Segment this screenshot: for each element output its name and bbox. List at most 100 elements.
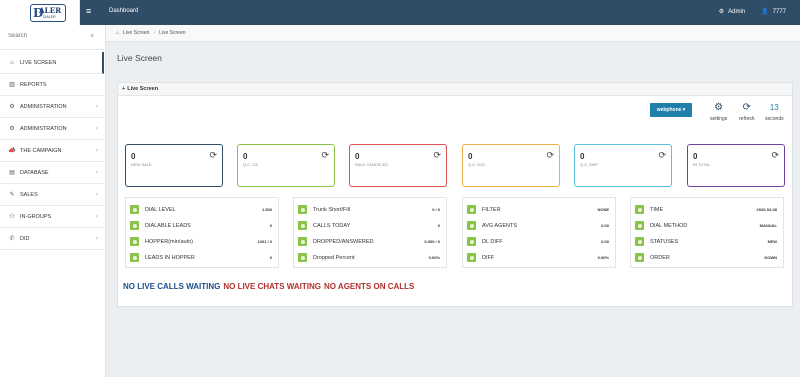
info-row: Trunk Short/Fill 0 / 0 xyxy=(294,202,446,217)
users-icon: ⚇ xyxy=(9,214,15,220)
page-title: Live Screen xyxy=(117,53,162,63)
sidebar-item-reports[interactable]: ▥ REPORTS xyxy=(0,74,104,96)
info-key: DIAL LEVEL xyxy=(145,206,176,213)
refresh-icon[interactable]: ⟳ xyxy=(771,150,779,161)
breadcrumb-current: Live Screen xyxy=(159,30,186,36)
info-value: NEW xyxy=(767,239,777,244)
refresh-icon[interactable]: ⟳ xyxy=(546,150,554,161)
info-key: DIFF xyxy=(482,254,495,261)
user-label: 7777 xyxy=(772,8,786,15)
settings-label: settings xyxy=(710,116,728,122)
live-screen-panel: + Live Screen webphone ▾ ⚙ settings ⟳ re… xyxy=(117,82,793,307)
info-value: DOWN xyxy=(764,255,777,260)
sidebar-item-label: ADMINISTRATION xyxy=(20,103,67,110)
stat-card: 0 NEW SALE ⟳ xyxy=(125,144,223,187)
info-row: DL DIFF 0.00 xyxy=(463,234,615,249)
search-icon[interactable]: ⌕ xyxy=(91,33,94,40)
webphone-button[interactable]: webphone ▾ xyxy=(650,103,692,117)
menu-toggle-icon[interactable]: ≡ xyxy=(86,6,96,16)
live-calls-status: NO LIVE CALLS WAITING xyxy=(123,282,221,291)
info-value: 0.00 xyxy=(601,223,609,228)
dashboard-link[interactable]: Dashboard xyxy=(109,8,138,14)
megaphone-icon: 📣 xyxy=(8,148,16,154)
dialer-logo[interactable]: D ALER DIALER xyxy=(30,4,66,22)
user-menu[interactable]: 👤 7777 xyxy=(761,8,786,16)
sidebar-item-the-campaign[interactable]: 📣 THE CAMPAIGN ‹ xyxy=(0,140,104,162)
refresh-icon: ⟳ xyxy=(742,102,751,113)
info-value: 0 xyxy=(437,223,440,228)
info-value: 0 / 0 xyxy=(432,207,440,212)
info-row: DIAL LEVEL 1.500 xyxy=(126,202,278,217)
info-value: 0.00% xyxy=(428,255,440,260)
status-indicator-icon xyxy=(467,205,476,214)
status-indicator-icon xyxy=(635,205,644,214)
seconds-label: seconds xyxy=(765,116,784,122)
gear-icon: ⚙ xyxy=(714,102,724,113)
sidebar-item-in-groups[interactable]: ⚇ IN-GROUPS ‹ xyxy=(0,206,104,228)
sidebar-item-administration[interactable]: ⚙ ADMINISTRATION ‹ xyxy=(0,118,104,140)
status-indicator-icon xyxy=(635,237,644,246)
info-row: DIFF 0.00% xyxy=(463,250,615,265)
refresh-icon[interactable]: ⟳ xyxy=(209,150,217,161)
nav-right: ⚙ Admin 👤 7777 xyxy=(718,8,786,16)
info-value: MANUAL xyxy=(759,223,777,228)
phone-icon: ✆ xyxy=(9,236,15,242)
sidebar-item-database[interactable]: ▤ DATABASE ‹ xyxy=(0,162,104,184)
cogs-icon: ⚙ xyxy=(718,9,725,15)
top-bar: D ALER DIALER ≡ Dashboard ⚙ Admin 👤 7777 xyxy=(0,0,800,25)
status-indicator-icon xyxy=(130,253,139,262)
info-row: ORDER DOWN xyxy=(631,250,783,265)
status-line: NO LIVE CALLS WAITING NO LIVE CHATS WAIT… xyxy=(123,282,414,291)
info-row: FILTER NONE xyxy=(463,202,615,217)
stat-label: NEW SALE xyxy=(131,162,152,167)
status-indicator-icon xyxy=(130,237,139,246)
refresh-icon[interactable]: ⟳ xyxy=(658,150,666,161)
gear-icon: ⚙ xyxy=(9,104,15,110)
info-key: LEADS IN HOPPER xyxy=(145,254,195,261)
info-value: 1001 / 0 xyxy=(257,239,272,244)
info-row: Dropped Percent 0.00% xyxy=(294,250,446,265)
sidebar-item-live-screen[interactable]: ⌂ LIVE SCREEN xyxy=(0,52,104,74)
status-indicator-icon xyxy=(635,221,644,230)
chevron-left-icon: ‹ xyxy=(96,169,98,176)
info-row: STATUSES NEW xyxy=(631,234,783,249)
chevron-left-icon: ‹ xyxy=(96,103,98,110)
stat-label: Q.C. M.D. xyxy=(468,162,486,167)
sidebar-item-label: DATABASE xyxy=(20,169,49,176)
refresh-button[interactable]: ⟳ refresh xyxy=(739,102,755,123)
stat-label: Q.C. EMP xyxy=(580,162,599,167)
refresh-icon[interactable]: ⟳ xyxy=(321,150,329,161)
search-input[interactable] xyxy=(8,33,83,39)
database-icon: ▤ xyxy=(9,170,15,176)
info-key: Trunk Short/Fill xyxy=(313,206,351,213)
panel-header[interactable]: + Live Screen xyxy=(118,83,792,96)
home-icon[interactable]: ⌂ xyxy=(116,30,119,36)
admin-menu[interactable]: ⚙ Admin xyxy=(718,8,745,16)
info-box: DIAL LEVEL 1.500 DIALABLE LEADS 0 HOPPER(min… xyxy=(125,197,279,268)
breadcrumb-separator: › xyxy=(153,30,156,36)
plus-icon[interactable]: + xyxy=(122,86,125,92)
info-box: TIME 2020-03-08 DIAL METHOD MANUAL STATUSES N… xyxy=(630,197,784,268)
chevron-left-icon: ‹ xyxy=(96,191,98,198)
refresh-icon[interactable]: ⟳ xyxy=(433,150,441,161)
info-key: AVG AGENTS xyxy=(482,222,518,229)
stat-card: 0 Q.C. OK ⟳ xyxy=(237,144,335,187)
stat-label: SALE CANCELED xyxy=(355,162,389,167)
info-row: DIAL METHOD MANUAL xyxy=(631,218,783,233)
info-key: DIAL METHOD xyxy=(650,222,688,229)
tag-icon: ✎ xyxy=(9,192,15,198)
info-row: DROPPED/ANSWERED 0.000 / 0 xyxy=(294,234,446,249)
info-key: FILTER xyxy=(482,206,501,213)
settings-button[interactable]: ⚙ settings xyxy=(710,102,728,123)
sidebar-item-sales[interactable]: ✎ SALES ‹ xyxy=(0,184,104,206)
info-key: DIALABLE LEADS xyxy=(145,222,191,229)
info-value: 2020-03-08 xyxy=(756,207,777,212)
chevron-left-icon: ‹ xyxy=(96,213,98,220)
status-indicator-icon xyxy=(130,221,139,230)
breadcrumb-home[interactable]: Live Screen xyxy=(123,30,149,36)
sidebar-item-administration[interactable]: ⚙ ADMINISTRATION ‹ xyxy=(0,96,104,118)
sidebar-item-did[interactable]: ✆ DID ‹ xyxy=(0,228,104,250)
sidebar-item-label: SALES xyxy=(20,191,38,198)
info-row: TIME 2020-03-08 xyxy=(631,202,783,217)
stat-label: IN TOTAL xyxy=(693,162,711,167)
